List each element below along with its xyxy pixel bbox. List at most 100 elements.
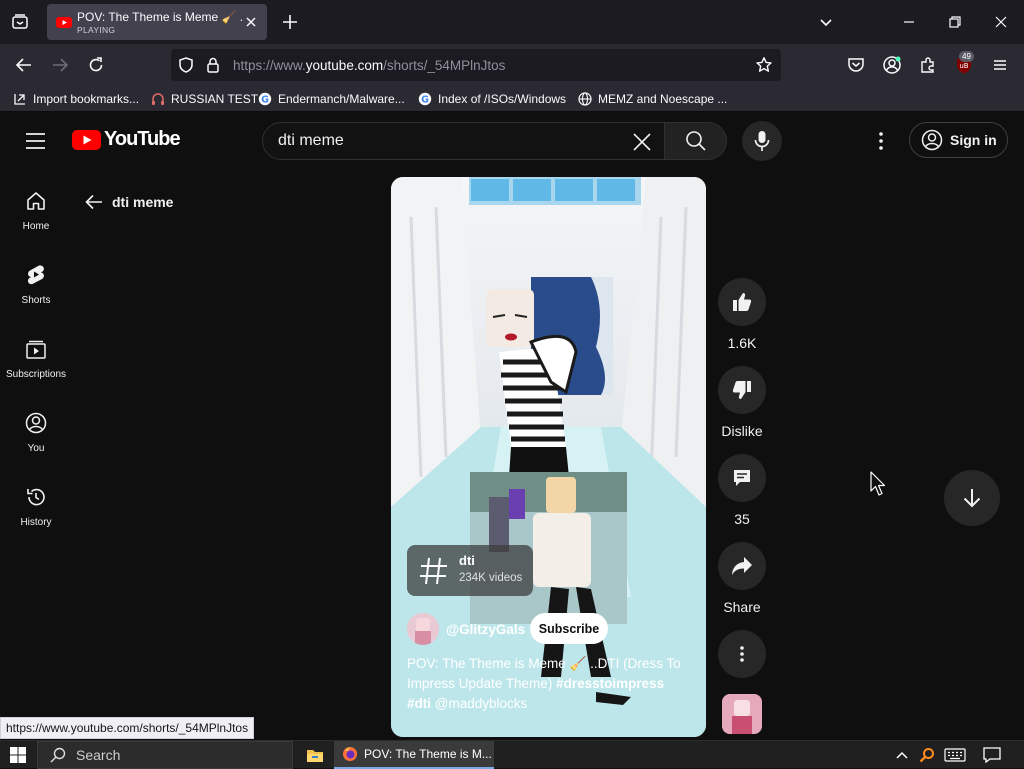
- bookmark-index-isos[interactable]: G Index of /ISOs/Windows: [417, 90, 566, 108]
- guide-label: Home: [22, 221, 50, 232]
- youtube-logo[interactable]: YouTube: [72, 128, 181, 151]
- file-explorer-taskbar-button[interactable]: [300, 741, 330, 769]
- sign-in-button[interactable]: Sign in: [909, 122, 1008, 158]
- more-actions[interactable]: [717, 630, 767, 678]
- google-icon: G: [257, 91, 273, 107]
- account-icon[interactable]: [880, 53, 904, 77]
- tracking-protection-shield-icon[interactable]: [177, 56, 195, 74]
- notifications-tray-icon[interactable]: [980, 741, 1004, 769]
- list-all-tabs-icon[interactable]: [814, 10, 838, 34]
- guide-item-you[interactable]: You: [0, 411, 72, 454]
- tab-title: POV: The Theme is Meme 🧹 ..D: [77, 10, 242, 24]
- taskbar-search-label: Search: [76, 747, 121, 763]
- comments-button[interactable]: [718, 454, 766, 502]
- app-menu-icon[interactable]: [988, 53, 1012, 77]
- guide-item-history[interactable]: History: [0, 485, 72, 528]
- keyboard-icon: [944, 748, 966, 762]
- channel-name[interactable]: @GlitzyGals: [446, 622, 525, 637]
- start-button[interactable]: [0, 741, 36, 769]
- arrow-down-icon: [963, 489, 981, 508]
- hashtag-chip[interactable]: dti 234K videos: [407, 545, 533, 596]
- shorts-icon: [24, 263, 48, 287]
- sign-in-label: Sign in: [950, 132, 997, 148]
- sound-thumbnail[interactable]: [722, 694, 762, 734]
- google-icon: G: [417, 91, 433, 107]
- subscribe-button[interactable]: Subscribe: [530, 613, 608, 644]
- bookmarks-toolbar: Import bookmarks... RUSSIAN TEST G Ender…: [0, 86, 1024, 112]
- guide-item-shorts[interactable]: Shorts: [0, 263, 72, 306]
- more-vert-icon: [740, 646, 744, 662]
- comment-icon: [734, 470, 750, 486]
- tab-close-icon[interactable]: [243, 14, 259, 30]
- search-query[interactable]: dti meme: [278, 132, 344, 150]
- url-text[interactable]: https://www.youtube.com/shorts/_54MPlnJt…: [233, 58, 505, 73]
- like-action[interactable]: 1.6K: [717, 278, 767, 351]
- link-status-url: https://www.youtube.com/shorts/_54MPlnJt…: [0, 717, 255, 739]
- folder-icon: [307, 750, 323, 762]
- extensions-icon[interactable]: [916, 53, 940, 77]
- firefox-taskbar-button[interactable]: POV: The Theme is M...: [334, 741, 494, 769]
- guide-label: You: [27, 443, 45, 454]
- settings-more-icon[interactable]: [869, 129, 893, 153]
- dislike-button[interactable]: [718, 366, 766, 414]
- tab-list-icon[interactable]: [8, 10, 32, 34]
- bookmark-memz[interactable]: MEMZ and Noescape ...: [577, 90, 727, 108]
- like-button[interactable]: [718, 278, 766, 326]
- comment-count: 35: [734, 511, 750, 527]
- show-hidden-icons[interactable]: [890, 741, 914, 769]
- dislike-action[interactable]: Dislike: [717, 366, 767, 439]
- search-icon: [685, 131, 706, 151]
- back-icon[interactable]: [12, 53, 36, 77]
- share-button[interactable]: [718, 542, 766, 590]
- lock-icon[interactable]: [205, 56, 221, 74]
- bookmark-label: Index of /ISOs/Windows: [438, 92, 567, 106]
- bookmark-russian-test[interactable]: RUSSIAN TEST: [150, 90, 258, 108]
- bookmark-label: Import bookmarks...: [33, 92, 140, 106]
- search-button[interactable]: [665, 122, 727, 160]
- address-bar[interactable]: https://www.youtube.com/shorts/_54MPlnJt…: [171, 49, 781, 81]
- caption-hashtag-link[interactable]: #dti: [407, 696, 431, 711]
- hashtag-name: dti: [459, 553, 475, 568]
- search-input[interactable]: dti meme: [262, 122, 665, 160]
- channel-row[interactable]: @GlitzyGals: [407, 613, 525, 645]
- thumbs-down-icon: [732, 381, 751, 399]
- caption-hashtag-link[interactable]: #dresstoimpress: [556, 676, 664, 691]
- youtube-page: YouTube dti meme Sign in Home Shorts Sub…: [0, 113, 1024, 740]
- voice-search-button[interactable]: [742, 121, 782, 161]
- headphones-icon: [150, 91, 166, 107]
- import-icon: [12, 91, 28, 107]
- next-short-button[interactable]: [944, 470, 1000, 526]
- search-tray-icon[interactable]: [915, 741, 939, 769]
- you-icon: [24, 411, 48, 435]
- reload-icon[interactable]: [84, 53, 108, 77]
- minimize-icon[interactable]: [897, 10, 921, 34]
- pocket-icon[interactable]: [844, 53, 868, 77]
- browser-tab-active[interactable]: POV: The Theme is Meme 🧹 ..D PLAYING: [47, 4, 267, 40]
- svg-text:G: G: [421, 95, 429, 106]
- more-actions-button[interactable]: [718, 630, 766, 678]
- search-icon: [50, 747, 66, 763]
- bookmark-star-icon[interactable]: [755, 56, 773, 74]
- guide-item-home[interactable]: Home: [0, 189, 72, 232]
- new-tab-icon[interactable]: [279, 11, 301, 33]
- guide-menu-icon[interactable]: [22, 130, 50, 152]
- caption-mention-link[interactable]: @maddyblocks: [431, 696, 528, 711]
- taskbar-search-box[interactable]: Search: [37, 741, 293, 769]
- channel-avatar[interactable]: [407, 613, 439, 645]
- restore-icon[interactable]: [943, 10, 967, 34]
- thumbs-up-icon: [733, 293, 752, 311]
- back-to-search-button[interactable]: dti meme: [84, 193, 173, 211]
- guide-item-subscriptions[interactable]: Subscriptions: [0, 337, 72, 380]
- keyboard-tray-icon[interactable]: [943, 741, 967, 769]
- browser-navigation-bar: https://www.youtube.com/shorts/_54MPlnJt…: [0, 44, 1024, 86]
- bookmark-label: Endermanch/Malware...: [278, 92, 405, 106]
- shorts-video-player[interactable]: dti 234K videos @GlitzyGals Subscribe PO…: [391, 177, 706, 737]
- forward-icon[interactable]: [48, 53, 72, 77]
- clear-search-icon[interactable]: [632, 132, 652, 152]
- bookmark-import[interactable]: Import bookmarks...: [12, 90, 139, 108]
- share-action[interactable]: Share: [717, 542, 767, 615]
- close-window-icon[interactable]: [989, 10, 1013, 34]
- bookmark-endermanch[interactable]: G Endermanch/Malware...: [257, 90, 405, 108]
- comments-action[interactable]: 35: [717, 454, 767, 527]
- chevron-up-icon: [896, 751, 908, 759]
